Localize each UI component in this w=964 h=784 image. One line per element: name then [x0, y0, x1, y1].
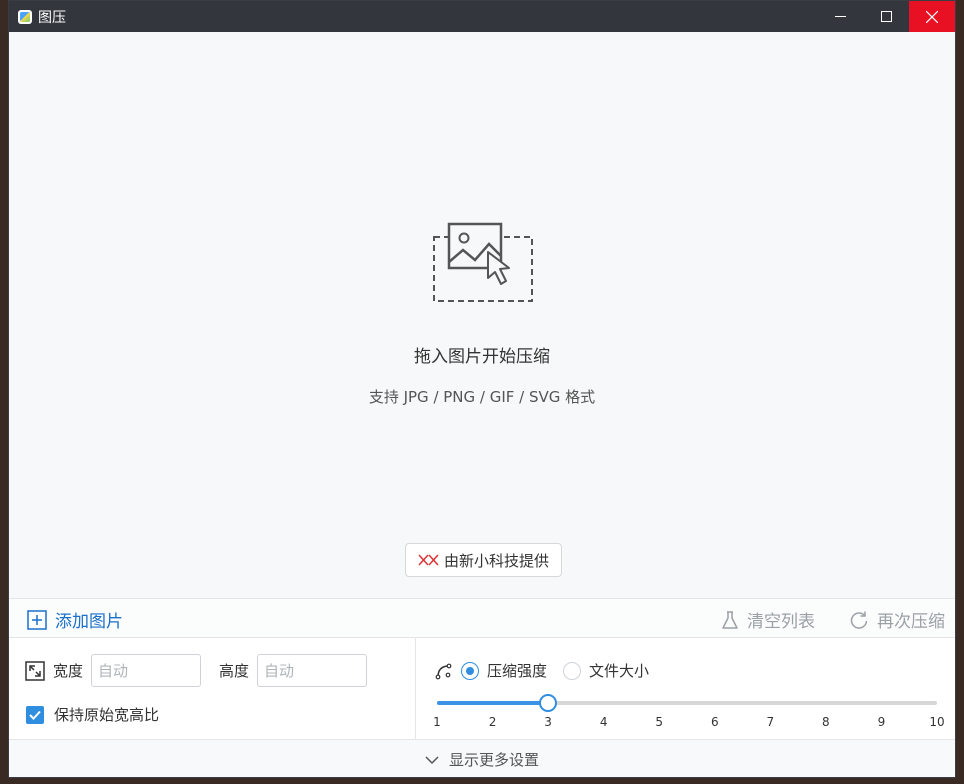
slider-ticks: 1 2 3 4 5 6 7 8 9 10 — [433, 715, 944, 731]
slider-tick: 4 — [599, 715, 608, 729]
slider-tick: 1 — [433, 715, 441, 729]
close-icon — [926, 10, 938, 23]
provider-button[interactable]: 由新小科技提供 — [405, 543, 562, 577]
compression-slider[interactable] — [437, 694, 937, 712]
maximize-icon — [880, 11, 892, 22]
right-actions: 清空列表 再次压缩 — [721, 607, 945, 632]
size-settings: 宽度 高度 保持原始宽高比 — [9, 638, 416, 739]
resize-icon — [25, 660, 45, 681]
compress-curve-icon — [435, 663, 452, 679]
action-bar: 添加图片 清空列表 再次压缩 — [9, 598, 955, 638]
keep-ratio-row[interactable]: 保持原始宽高比 — [26, 704, 159, 725]
slider-tick: 8 — [822, 715, 830, 729]
refresh-icon — [850, 611, 868, 629]
slider-tick: 2 — [488, 715, 497, 729]
width-label: 宽度 — [53, 662, 84, 680]
provider-logo-icon — [418, 554, 439, 566]
slider-tick: 3 — [544, 715, 552, 729]
width-input[interactable] — [91, 654, 202, 687]
strength-radio[interactable] — [461, 661, 479, 680]
slider-fill — [437, 701, 549, 705]
height-label: 高度 — [219, 662, 250, 680]
title-bar[interactable]: 图压 — [9, 1, 955, 32]
strength-label[interactable]: 压缩强度 — [487, 660, 547, 681]
checkmark-icon — [29, 710, 41, 720]
minimize-icon — [834, 16, 846, 17]
maximize-button[interactable] — [863, 1, 909, 32]
slider-tick: 7 — [766, 715, 775, 729]
flask-icon — [722, 610, 738, 629]
slider-tick: 6 — [710, 715, 719, 729]
keep-ratio-label: 保持原始宽高比 — [54, 706, 160, 724]
show-more-label: 显示更多设置 — [448, 751, 539, 769]
image-drop-zone[interactable]: 拖入图片开始压缩 支持 JPG / PNG / GIF / SVG 格式 由新小… — [9, 32, 955, 598]
add-image-button[interactable]: 添加图片 — [27, 607, 123, 632]
recompress-button[interactable]: 再次压缩 — [849, 607, 945, 632]
clear-list-button[interactable]: 清空列表 — [721, 607, 815, 632]
window-controls — [817, 1, 955, 32]
add-image-label: 添加图片 — [55, 612, 123, 632]
settings-panel: 宽度 高度 保持原始宽高比 压缩强度 — [9, 638, 955, 739]
filesize-radio[interactable] — [563, 661, 582, 680]
app-logo-icon — [18, 9, 32, 24]
recompress-label: 再次压缩 — [877, 612, 945, 632]
filesize-label[interactable]: 文件大小 — [589, 660, 649, 681]
slider-tick: 5 — [655, 715, 664, 729]
drop-image-icon — [433, 222, 533, 302]
chevron-down-icon — [425, 755, 439, 764]
app-window: 图压 拖入图片开始压缩 支持 JPG / PNG / GIF / SVG 格式 — [8, 0, 956, 778]
slider-thumb[interactable] — [539, 694, 558, 712]
show-more-settings-button[interactable]: 显示更多设置 — [9, 739, 955, 777]
provider-label: 由新小科技提供 — [443, 551, 549, 570]
drop-title: 拖入图片开始压缩 — [414, 347, 550, 367]
size-row: 宽度 高度 — [25, 654, 368, 687]
slider-tick: 10 — [929, 715, 945, 729]
height-input[interactable] — [257, 654, 368, 687]
close-button[interactable] — [909, 1, 955, 32]
slider-tick: 9 — [877, 715, 886, 729]
keep-ratio-checkbox[interactable] — [26, 705, 44, 724]
clear-list-label: 清空列表 — [747, 612, 815, 632]
window-title: 图压 — [38, 9, 66, 26]
supported-formats: 支持 JPG / PNG / GIF / SVG 格式 — [368, 388, 596, 406]
compression-settings: 压缩强度 文件大小 1 2 3 4 5 6 7 8 9 10 — [417, 638, 955, 739]
plus-square-icon — [27, 609, 47, 630]
compression-mode-row: 压缩强度 文件大小 — [435, 660, 649, 681]
minimize-button[interactable] — [817, 1, 863, 32]
